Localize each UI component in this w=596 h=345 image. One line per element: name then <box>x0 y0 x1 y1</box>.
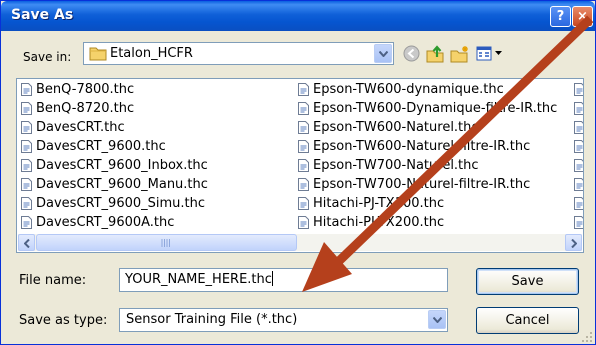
annotation-arrow-icon <box>302 15 594 292</box>
